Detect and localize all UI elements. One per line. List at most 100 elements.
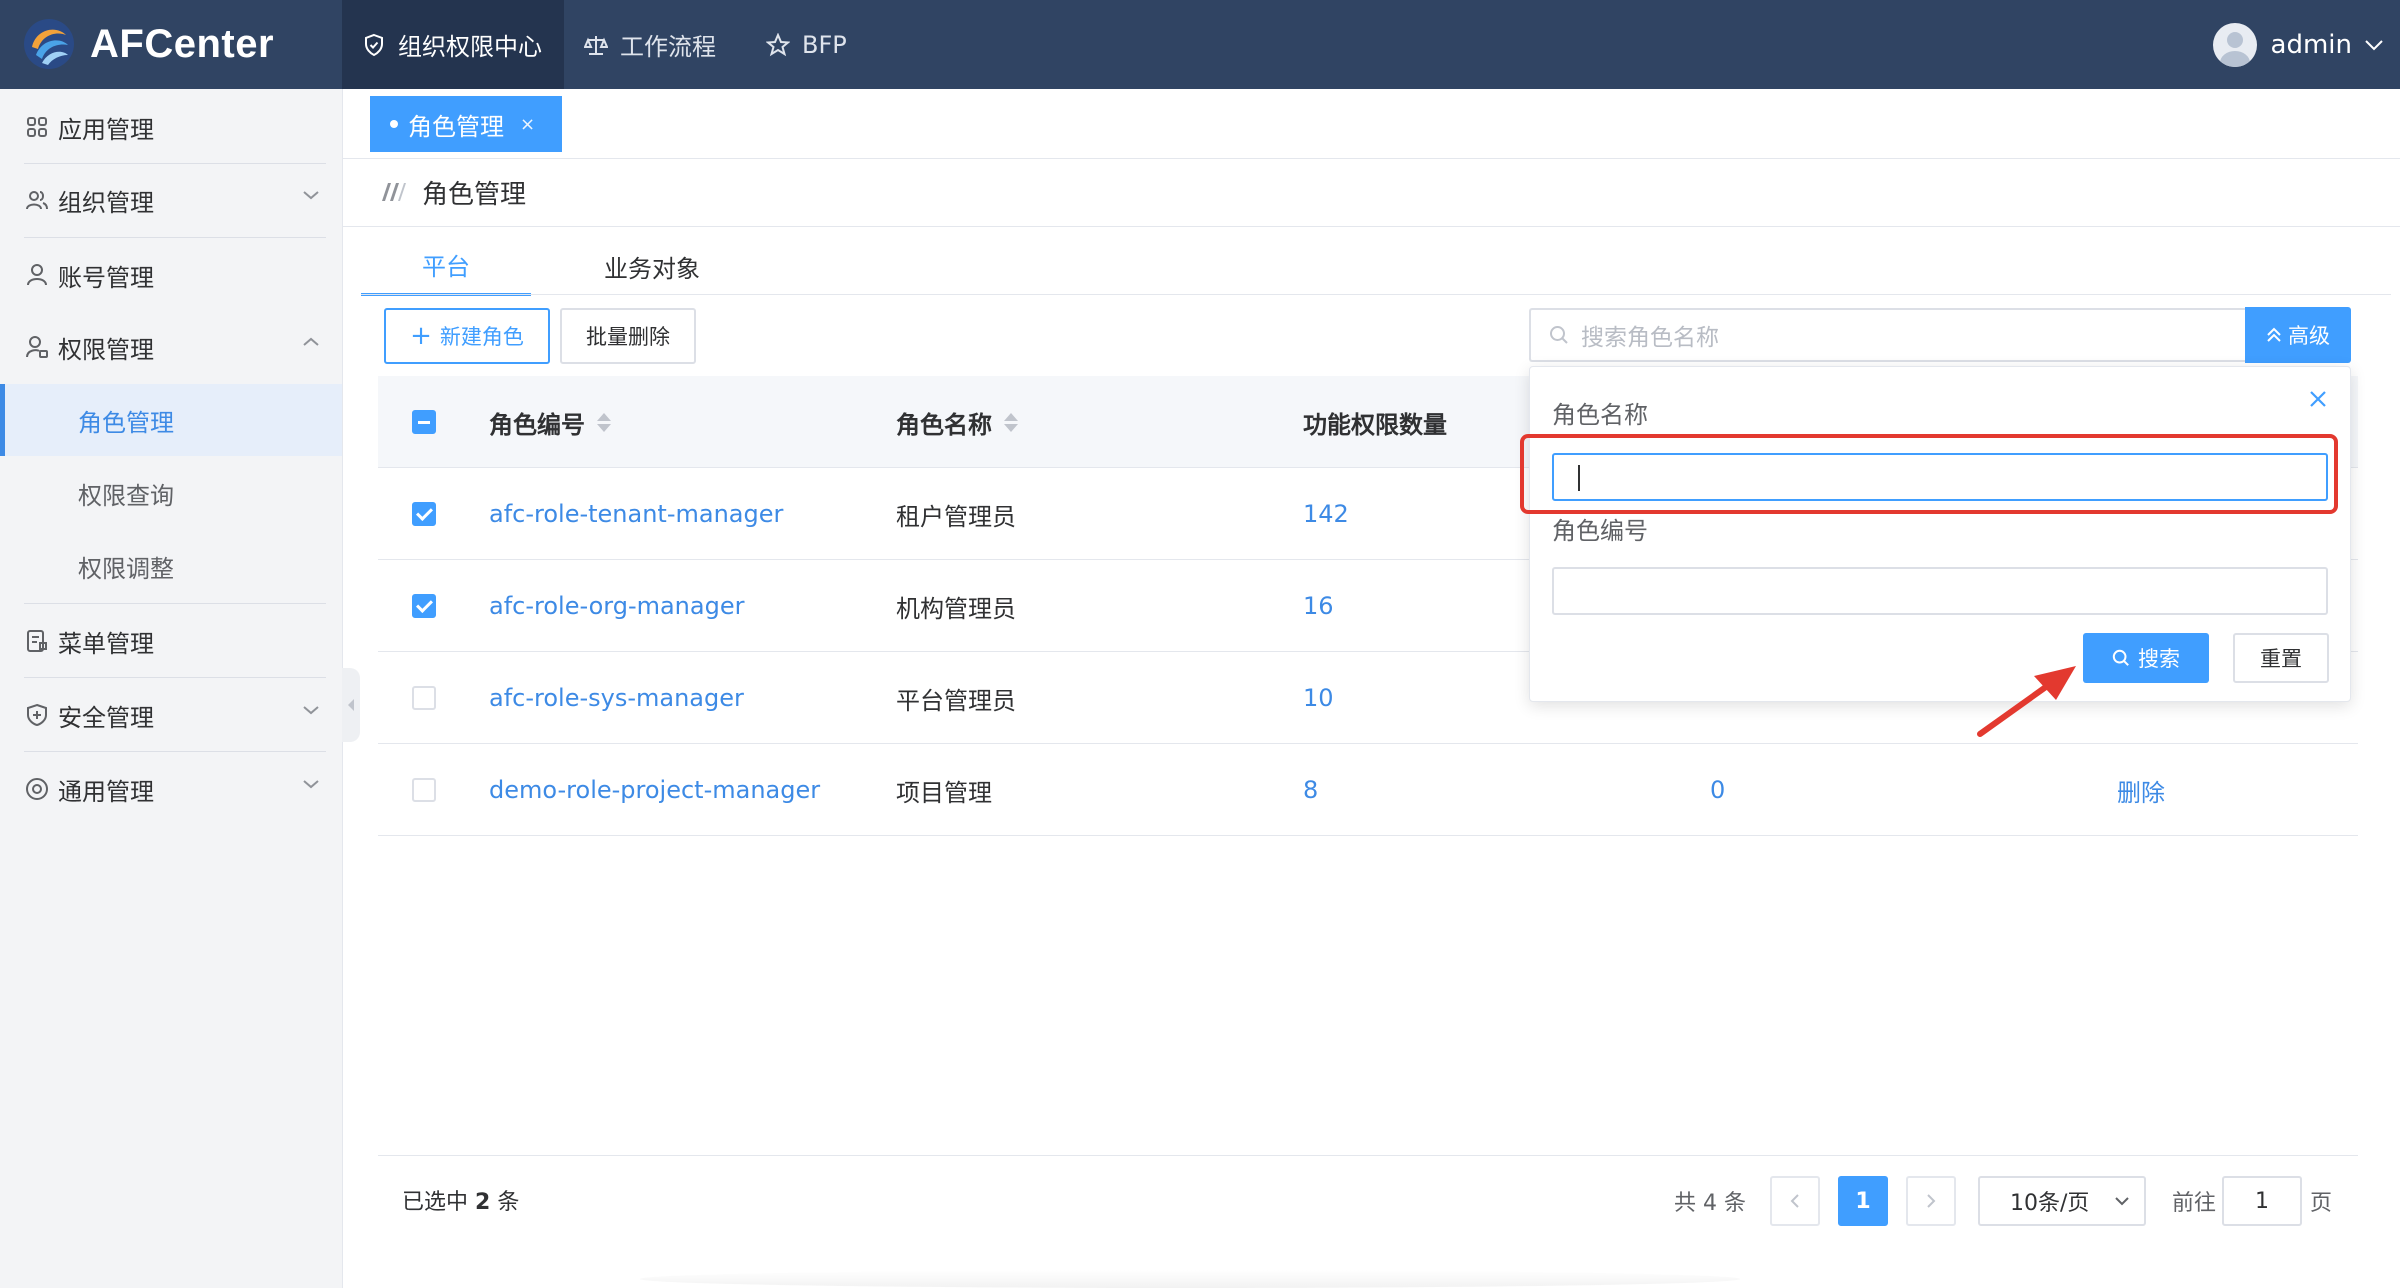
header-role-code[interactable]: 角色编号: [489, 376, 611, 468]
table-row: demo-role-project-manager 项目管理 8 0 删除: [378, 744, 2358, 836]
sidebar-item-label: 组织管理: [58, 188, 154, 217]
user-menu[interactable]: admin: [2212, 22, 2384, 68]
shield-plus-icon: [24, 702, 50, 728]
avatar: [2212, 23, 2257, 67]
role-code-input[interactable]: [1552, 567, 2328, 615]
divider: [378, 1155, 2358, 1156]
row-checkbox[interactable]: [412, 686, 436, 710]
sidebar-item-security[interactable]: 安全管理: [24, 679, 326, 751]
app-logo[interactable]: AFCenter: [22, 14, 274, 74]
role-code-label: 角色编号: [1552, 517, 1648, 545]
sidebar-item-account[interactable]: 账号管理: [24, 239, 326, 311]
chevron-down-icon: [303, 780, 319, 789]
divider: [361, 294, 2391, 295]
data-count-link[interactable]: 0: [1710, 744, 1725, 836]
header-func-count: 功能权限数量: [1303, 410, 1447, 439]
row-checkbox[interactable]: [412, 502, 436, 526]
close-icon[interactable]: [2308, 389, 2328, 409]
divider: [24, 677, 326, 678]
search-icon: [1550, 326, 1568, 344]
sidebar-collapse-handle[interactable]: [342, 668, 360, 742]
sidebar-item-label: 通用管理: [58, 777, 154, 806]
scale-icon: [584, 35, 608, 55]
nav-label: 工作流程: [620, 33, 716, 61]
func-count-link[interactable]: 16: [1303, 560, 1334, 652]
tab-label: 角色管理: [408, 112, 504, 141]
goto-page-input[interactable]: 1: [2222, 1176, 2302, 1226]
header-label: 角色名称: [896, 410, 992, 439]
row-checkbox-cell: [412, 744, 442, 836]
sidebar-item-label: 菜单管理: [58, 629, 154, 658]
func-count-link[interactable]: 8: [1303, 744, 1318, 836]
role-code-link[interactable]: afc-role-sys-manager: [489, 652, 744, 744]
func-count-link[interactable]: 142: [1303, 468, 1349, 560]
sidebar-item-menu[interactable]: 菜单管理: [24, 605, 326, 677]
page-size-select[interactable]: 10条/页: [1978, 1176, 2146, 1226]
role-code-link[interactable]: afc-role-tenant-manager: [489, 468, 783, 560]
sort-icon[interactable]: [597, 412, 611, 432]
settings-circle-icon: [24, 776, 50, 802]
prev-page-button[interactable]: [1770, 1176, 1820, 1226]
sidebar-sub-label: 权限调整: [78, 554, 174, 583]
sidebar-sub-role-manage[interactable]: 角色管理: [0, 384, 342, 456]
role-name: 租户管理员: [896, 502, 1016, 531]
page-number-current[interactable]: 1: [1838, 1176, 1888, 1226]
sidebar-item-app[interactable]: 应用管理: [24, 91, 326, 163]
sidebar-item-permission[interactable]: 权限管理: [24, 311, 326, 383]
new-role-button[interactable]: + 新建角色: [384, 308, 550, 364]
header-label: 角色编号: [489, 410, 585, 439]
next-page-button[interactable]: [1906, 1176, 1956, 1226]
role-code-link[interactable]: demo-role-project-manager: [489, 744, 820, 836]
sidebar-sub-label: 角色管理: [78, 408, 174, 437]
pagination-total: 共 4 条: [1674, 1191, 1746, 1216]
close-icon[interactable]: ×: [520, 114, 535, 135]
role-name: 项目管理: [896, 778, 992, 807]
nav-org-permission-center[interactable]: 组织权限中心: [342, 0, 564, 89]
selected-prefix: 已选中: [402, 1190, 469, 1215]
tab-platform[interactable]: 平台: [361, 236, 531, 296]
chevron-left-icon: [348, 699, 354, 711]
page-title: 角色管理: [422, 179, 527, 210]
search-button[interactable]: 搜索: [2083, 633, 2209, 683]
search-icon: [2112, 649, 2129, 666]
page-header: 角色管理: [378, 172, 526, 212]
advanced-search-button[interactable]: 高级: [2245, 307, 2351, 363]
top-nav: AFCenter 组织权限中心 工作流程 BFP admin: [0, 0, 2400, 89]
row-checkbox-cell: [412, 468, 442, 560]
row-checkbox[interactable]: [412, 778, 436, 802]
users-icon: [24, 187, 50, 213]
tab-role-manage[interactable]: 角色管理 ×: [370, 96, 562, 152]
button-label: 搜索: [2138, 647, 2180, 671]
nav-label: BFP: [802, 30, 847, 59]
username: admin: [2270, 30, 2352, 60]
sort-icon[interactable]: [1004, 412, 1018, 432]
role-code-link[interactable]: afc-role-org-manager: [489, 560, 744, 652]
double-chevron-up-icon: [2267, 327, 2281, 342]
sidebar-item-label: 权限管理: [58, 335, 154, 364]
chevron-down-icon: [303, 191, 319, 200]
search-input[interactable]: 搜索角色名称: [1529, 308, 2247, 362]
menu-doc-icon: [24, 628, 50, 654]
advanced-search-popover: 角色名称 角色编号: [1529, 366, 2351, 702]
reset-button[interactable]: 重置: [2233, 633, 2329, 683]
sidebar-sub-permission-query[interactable]: 权限查询: [0, 457, 342, 529]
role-name-label: 角色名称: [1552, 401, 1648, 429]
row-checkbox[interactable]: [412, 594, 436, 618]
sidebar-item-label: 安全管理: [58, 703, 154, 732]
active-dot: [390, 120, 398, 128]
nav-workflow[interactable]: 工作流程: [564, 0, 746, 89]
divider: [24, 603, 326, 604]
search-placeholder: 搜索角色名称: [1581, 325, 1719, 351]
batch-delete-button[interactable]: 批量删除: [560, 308, 696, 364]
bottom-shadow: [640, 1270, 1740, 1288]
sidebar-sub-permission-adjust[interactable]: 权限调整: [0, 530, 342, 602]
sidebar-item-org[interactable]: 组织管理: [24, 164, 326, 236]
sidebar-item-label: 账号管理: [58, 263, 154, 292]
delete-link[interactable]: 删除: [2117, 744, 2165, 836]
header-role-name[interactable]: 角色名称: [896, 376, 1018, 468]
func-count-link[interactable]: 10: [1303, 652, 1334, 744]
tab-business-object[interactable]: 业务对象: [532, 236, 772, 296]
select-all-checkbox[interactable]: [412, 410, 436, 434]
nav-bfp[interactable]: BFP: [746, 0, 876, 89]
sidebar-item-general[interactable]: 通用管理: [24, 753, 326, 825]
